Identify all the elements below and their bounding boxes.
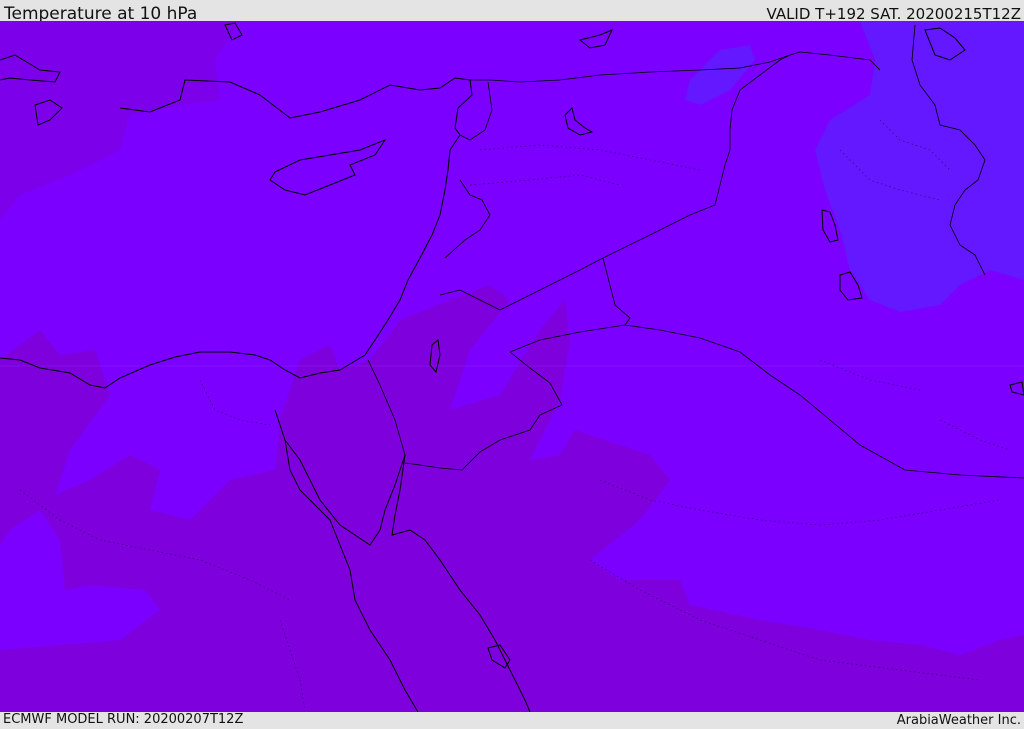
header-bar: Temperature at 10 hPa VALID T+192 SAT. 2…: [0, 0, 1024, 24]
credit: ArabiaWeather Inc.: [896, 713, 1021, 728]
footer-bar: ECMWF MODEL RUN: 20200207T12Z ArabiaWeat…: [0, 712, 1024, 729]
map-canvas: [0, 21, 1024, 712]
model-run: ECMWF MODEL RUN: 20200207T12Z: [3, 712, 244, 727]
temperature-map[interactable]: [0, 21, 1024, 712]
